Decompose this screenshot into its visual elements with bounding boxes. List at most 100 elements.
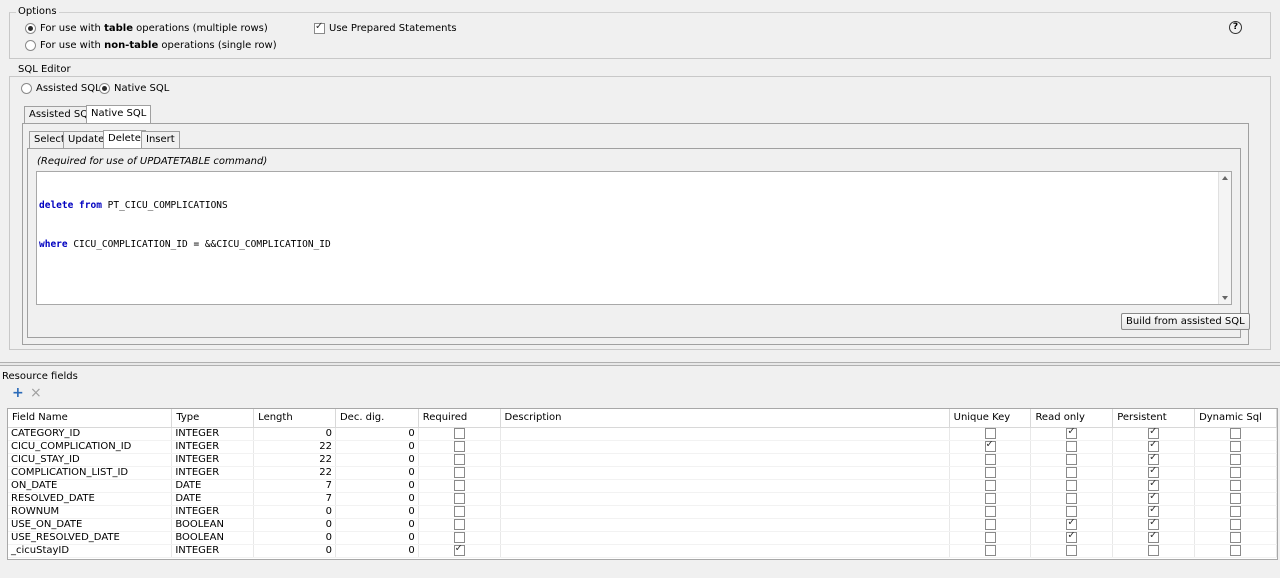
column-header[interactable]: Length — [253, 409, 336, 428]
column-header[interactable]: Dynamic Sql — [1194, 409, 1277, 428]
table-operations-radio-button[interactable] — [25, 23, 36, 34]
table-row[interactable]: CATEGORY_ID INTEGER 0 0 — [8, 427, 1277, 441]
read-only-checkbox-cell[interactable] — [1030, 531, 1114, 545]
column-header[interactable]: Field Name — [8, 409, 173, 428]
unique-key-checkbox[interactable] — [984, 440, 996, 452]
read-only-checkbox[interactable] — [1066, 466, 1078, 478]
persistent-checkbox-cell[interactable] — [1112, 466, 1196, 480]
required-checkbox-cell[interactable] — [418, 440, 501, 454]
column-header[interactable]: Unique Key — [949, 409, 1032, 428]
unique-key-checkbox[interactable] — [984, 518, 996, 530]
read-only-checkbox[interactable] — [1066, 505, 1078, 517]
persistent-checkbox[interactable] — [1148, 453, 1160, 465]
required-checkbox[interactable] — [453, 453, 465, 465]
required-checkbox[interactable] — [453, 492, 465, 504]
length-cell[interactable]: 7 — [253, 492, 336, 506]
description-cell[interactable] — [500, 440, 950, 454]
required-checkbox[interactable] — [453, 544, 465, 556]
dynamic-sql-checkbox-cell[interactable] — [1194, 479, 1277, 493]
assisted-sql-radio-button[interactable] — [21, 83, 32, 94]
description-cell[interactable] — [500, 531, 950, 545]
add-field-icon[interactable]: + — [12, 385, 24, 401]
scroll-down-arrow-icon[interactable] — [1222, 296, 1228, 300]
remove-field-icon[interactable]: × — [30, 385, 42, 401]
persistent-checkbox-cell[interactable] — [1112, 518, 1196, 532]
column-header[interactable]: Type — [171, 409, 255, 428]
dynamic-sql-checkbox[interactable] — [1230, 505, 1242, 517]
description-cell[interactable] — [500, 505, 950, 519]
read-only-checkbox[interactable] — [1066, 453, 1078, 465]
length-cell[interactable]: 0 — [253, 427, 336, 441]
dynamic-sql-checkbox[interactable] — [1230, 466, 1242, 478]
dynamic-sql-checkbox[interactable] — [1230, 492, 1242, 504]
dec-dig-cell[interactable]: 0 — [335, 544, 419, 558]
dec-dig-cell[interactable]: 0 — [335, 479, 419, 493]
splitter[interactable] — [0, 362, 1280, 366]
read-only-checkbox-cell[interactable] — [1030, 453, 1114, 467]
persistent-checkbox[interactable] — [1148, 479, 1160, 491]
read-only-checkbox-cell[interactable] — [1030, 440, 1114, 454]
required-checkbox[interactable] — [453, 531, 465, 543]
help-icon[interactable]: ? — [1229, 21, 1242, 34]
prepared-statements-checkbox[interactable]: Use Prepared Statements — [314, 21, 457, 34]
length-cell[interactable]: 0 — [253, 518, 336, 532]
dynamic-sql-checkbox-cell[interactable] — [1194, 544, 1277, 558]
required-checkbox-cell[interactable] — [418, 544, 501, 558]
read-only-checkbox-cell[interactable] — [1030, 466, 1114, 480]
unique-key-checkbox-cell[interactable] — [949, 427, 1032, 441]
dec-dig-cell[interactable]: 0 — [335, 466, 419, 480]
required-checkbox[interactable] — [453, 440, 465, 452]
native-sql-radio-button[interactable] — [99, 83, 110, 94]
length-cell[interactable]: 22 — [253, 453, 336, 467]
type-cell[interactable]: BOOLEAN — [171, 518, 255, 532]
dynamic-sql-checkbox-cell[interactable] — [1194, 466, 1277, 480]
read-only-checkbox[interactable] — [1066, 479, 1078, 491]
persistent-checkbox-cell[interactable] — [1112, 453, 1196, 467]
type-cell[interactable]: BOOLEAN — [171, 531, 255, 545]
type-cell[interactable]: DATE — [171, 479, 255, 493]
sql-vertical-scrollbar[interactable] — [1218, 172, 1231, 304]
length-cell[interactable]: 22 — [253, 440, 336, 454]
unique-key-checkbox[interactable] — [984, 544, 996, 556]
table-row[interactable]: CICU_STAY_ID INTEGER 22 0 — [8, 453, 1277, 467]
scroll-up-arrow-icon[interactable] — [1222, 176, 1228, 180]
tab-native-sql[interactable]: Native SQL — [86, 105, 152, 123]
description-cell[interactable] — [500, 466, 950, 480]
persistent-checkbox-cell[interactable] — [1112, 544, 1196, 558]
field-name-cell[interactable]: USE_RESOLVED_DATE — [8, 531, 173, 545]
dynamic-sql-checkbox-cell[interactable] — [1194, 453, 1277, 467]
unique-key-checkbox-cell[interactable] — [949, 492, 1032, 506]
column-header[interactable]: Description — [500, 409, 950, 428]
persistent-checkbox[interactable] — [1148, 531, 1160, 543]
type-cell[interactable]: DATE — [171, 492, 255, 506]
persistent-checkbox[interactable] — [1148, 440, 1160, 452]
field-name-cell[interactable]: CICU_STAY_ID — [8, 453, 173, 467]
dec-dig-cell[interactable]: 0 — [335, 453, 419, 467]
required-checkbox-cell[interactable] — [418, 466, 501, 480]
column-header[interactable]: Persistent — [1112, 409, 1196, 428]
unique-key-checkbox-cell[interactable] — [949, 479, 1032, 493]
persistent-checkbox[interactable] — [1148, 427, 1160, 439]
table-row[interactable]: ON_DATE DATE 7 0 — [8, 479, 1277, 493]
assisted-sql-radio[interactable]: Assisted SQL — [21, 83, 101, 94]
unique-key-checkbox-cell[interactable] — [949, 440, 1032, 454]
dec-dig-cell[interactable]: 0 — [335, 505, 419, 519]
dynamic-sql-checkbox-cell[interactable] — [1194, 505, 1277, 519]
read-only-checkbox-cell[interactable] — [1030, 492, 1114, 506]
type-cell[interactable]: INTEGER — [171, 427, 255, 441]
dec-dig-cell[interactable]: 0 — [335, 518, 419, 532]
persistent-checkbox[interactable] — [1148, 505, 1160, 517]
type-cell[interactable]: INTEGER — [171, 544, 255, 558]
persistent-checkbox[interactable] — [1148, 466, 1160, 478]
non-table-operations-radio-button[interactable] — [25, 40, 36, 51]
read-only-checkbox-cell[interactable] — [1030, 505, 1114, 519]
description-cell[interactable] — [500, 518, 950, 532]
type-cell[interactable]: INTEGER — [171, 453, 255, 467]
required-checkbox-cell[interactable] — [418, 453, 501, 467]
dec-dig-cell[interactable]: 0 — [335, 427, 419, 441]
read-only-checkbox[interactable] — [1066, 544, 1078, 556]
read-only-checkbox-cell[interactable] — [1030, 518, 1114, 532]
dec-dig-cell[interactable]: 0 — [335, 531, 419, 545]
unique-key-checkbox[interactable] — [984, 505, 996, 517]
table-row[interactable]: USE_ON_DATE BOOLEAN 0 0 — [8, 518, 1277, 532]
